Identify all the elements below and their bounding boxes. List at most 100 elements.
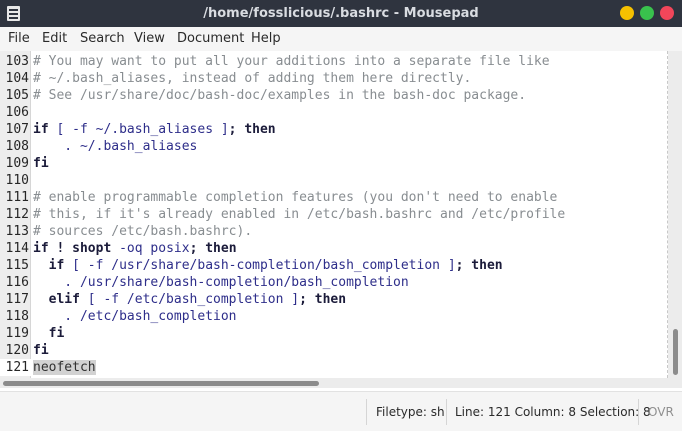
line-number: 106 (5, 105, 29, 120)
menu-help[interactable]: Help (251, 27, 281, 51)
horizontal-scrollbar[interactable] (0, 378, 682, 388)
line-number: 119 (5, 326, 29, 341)
code-line[interactable]: 106 (0, 104, 668, 121)
line-number: 118 (5, 309, 29, 324)
code-line[interactable]: 105 # See /usr/share/doc/bash-doc/example… (0, 87, 668, 104)
code-token: ; then (299, 292, 347, 307)
code-token: [ -f /usr/share/bash-completion/bash_com… (64, 258, 456, 273)
line-text[interactable]: # See /usr/share/doc/bash-doc/examples i… (33, 87, 526, 104)
menu-document[interactable]: Document (177, 27, 244, 51)
code-token: fi (33, 343, 49, 358)
code-token: fi (33, 326, 65, 341)
line-text[interactable]: # this, if it's already enabled in /etc/… (33, 206, 565, 223)
line-number: 107 (5, 122, 29, 137)
line-number: 105 (5, 88, 29, 103)
code-token: fi (33, 156, 49, 171)
code-line[interactable]: 109 fi (0, 155, 668, 172)
code-token: # See /usr/share/doc/bash-doc/examples i… (33, 88, 527, 103)
window-title: /home/fosslicious/.bashrc - Mousepad (203, 6, 479, 21)
code-line[interactable]: 114 if ! shopt -oq posix; then (0, 240, 668, 257)
close-button[interactable] (660, 6, 674, 20)
maximize-button[interactable] (640, 6, 654, 20)
line-text[interactable]: . /usr/share/bash-completion/bash_comple… (33, 274, 409, 291)
line-text[interactable]: # ~/.bash_aliases, instead of adding the… (33, 70, 471, 87)
line-number: 104 (5, 71, 29, 86)
line-number: 115 (5, 258, 29, 273)
menu-view[interactable]: View (134, 27, 165, 51)
status-filetype[interactable]: Filetype: sh (376, 392, 445, 431)
code-line[interactable]: 111 # enable programmable completion feat… (0, 189, 668, 206)
code-token: . ~/.bash_aliases (33, 139, 198, 154)
code-token: # sources /etc/bash.bashrc). (33, 224, 253, 239)
line-number: 113 (5, 224, 29, 239)
code-line[interactable]: 116 . /usr/share/bash-completion/bash_co… (0, 274, 668, 291)
vertical-scrollbar[interactable] (668, 51, 682, 378)
menu-edit[interactable]: Edit (42, 27, 67, 51)
code-token: if ! shopt (33, 241, 112, 256)
code-token: . /etc/bash_completion (33, 309, 237, 324)
line-text[interactable]: if [ -f ~/.bash_aliases ]; then (33, 121, 276, 138)
code-view[interactable]: 103 # You may want to put all your additi… (0, 53, 668, 376)
line-text[interactable]: if [ -f /usr/share/bash-completion/bash_… (33, 257, 503, 274)
code-token: ; then (189, 241, 237, 256)
line-number: 114 (5, 241, 29, 256)
line-text[interactable]: elif [ -f /etc/bash_completion ]; then (33, 291, 346, 308)
code-line[interactable]: 103 # You may want to put all your additi… (0, 53, 668, 70)
line-number: 103 (5, 54, 29, 69)
selected-text: neofetch (33, 360, 96, 375)
line-number: 109 (5, 156, 29, 171)
code-line[interactable]: 104 # ~/.bash_aliases, instead of adding … (0, 70, 668, 87)
code-token: # enable programmable completion feature… (33, 190, 558, 205)
line-text[interactable]: neofetch (33, 359, 96, 376)
code-token: # ~/.bash_aliases, instead of adding the… (33, 71, 472, 86)
code-token: # You may want to put all your additions… (33, 54, 550, 69)
code-token: ; then (228, 122, 276, 137)
line-text[interactable]: # sources /etc/bash.bashrc). (33, 223, 252, 240)
code-token: ; then (455, 258, 503, 273)
code-line[interactable]: 113 # sources /etc/bash.bashrc). (0, 223, 668, 240)
current-line[interactable]: 121 neofetch (0, 359, 668, 376)
code-line[interactable]: 107 if [ -f ~/.bash_aliases ]; then (0, 121, 668, 138)
status-cursor-position: Line: 121 Column: 8 Selection: 8 (455, 405, 651, 419)
line-text[interactable]: fi (33, 325, 65, 342)
code-line[interactable]: 110 (0, 172, 668, 189)
code-line[interactable]: 112 # this, if it's already enabled in /e… (0, 206, 668, 223)
title-bar[interactable]: /home/fosslicious/.bashrc - Mousepad (0, 0, 682, 27)
code-line[interactable]: 119 fi (0, 325, 668, 342)
code-token: -oq posix (111, 241, 190, 256)
menu-search[interactable]: Search (80, 27, 125, 51)
code-line[interactable]: 120 fi (0, 342, 668, 359)
code-token: # this, if it's already enabled in /etc/… (33, 207, 566, 222)
line-text[interactable]: fi (33, 342, 49, 359)
status-bar: Filetype: sh Line: 121 Column: 8 Selecti… (0, 391, 682, 431)
code-line[interactable]: 117 elif [ -f /etc/bash_completion ]; th… (0, 291, 668, 308)
horizontal-scrollbar-thumb[interactable] (3, 381, 319, 386)
line-text[interactable]: if ! shopt -oq posix; then (33, 240, 237, 257)
line-text[interactable]: # enable programmable completion feature… (33, 189, 557, 206)
line-text[interactable]: # You may want to put all your additions… (33, 53, 550, 70)
line-text[interactable]: . ~/.bash_aliases (33, 138, 197, 155)
code-token: elif (33, 292, 80, 307)
code-line[interactable]: 118 . /etc/bash_completion (0, 308, 668, 325)
line-text[interactable]: . /etc/bash_completion (33, 308, 237, 325)
vertical-scrollbar-thumb[interactable] (673, 329, 678, 375)
line-number: 120 (5, 343, 29, 358)
code-token: . /usr/share/bash-completion/bash_comple… (33, 275, 409, 290)
status-overwrite-mode[interactable]: OVR (648, 392, 674, 431)
menu-file[interactable]: File (8, 27, 30, 51)
code-token: [ -f ~/.bash_aliases ] (48, 122, 229, 137)
line-number: 112 (5, 207, 29, 222)
status-separator (446, 399, 447, 425)
minimize-button[interactable] (620, 6, 634, 20)
menu-bar: File Edit Search View Document Help (0, 27, 682, 51)
line-number: 111 (5, 190, 29, 205)
status-separator (366, 399, 367, 425)
line-text[interactable]: fi (33, 155, 49, 172)
status-separator (638, 399, 639, 425)
line-number: 108 (5, 139, 29, 154)
line-number: 121 (5, 360, 29, 375)
code-line[interactable]: 115 if [ -f /usr/share/bash-completion/b… (0, 257, 668, 274)
code-line[interactable]: 108 . ~/.bash_aliases (0, 138, 668, 155)
text-editor[interactable]: 103 # You may want to put all your additi… (0, 51, 682, 378)
code-token: [ -f /etc/bash_completion ] (79, 292, 300, 307)
